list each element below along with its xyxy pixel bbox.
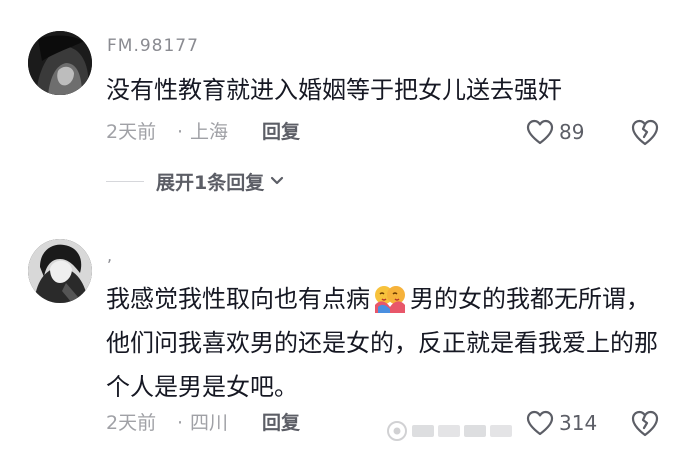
broken-heart-icon bbox=[631, 410, 659, 437]
expand-replies-button[interactable]: 展开1条回复 bbox=[156, 168, 284, 195]
like-count: 89 bbox=[559, 120, 585, 144]
heart-outline-icon bbox=[526, 119, 554, 145]
expand-replies-label: 展开1条回复 bbox=[156, 171, 265, 194]
divider-line bbox=[106, 180, 144, 182]
dislike-button[interactable] bbox=[630, 408, 660, 438]
watermark-logo bbox=[387, 421, 512, 441]
username[interactable]: , bbox=[107, 246, 113, 265]
location: 四川 bbox=[190, 412, 229, 434]
hug-emoji-icon bbox=[375, 286, 405, 313]
reply-button[interactable]: 回复 bbox=[262, 407, 300, 439]
timestamp: 2天前 bbox=[106, 121, 157, 143]
heart-outline-icon bbox=[526, 410, 554, 436]
timestamp: 2天前 bbox=[106, 412, 157, 434]
comment-text: 没有性教育就进入婚姻等于把女儿送去强奸 bbox=[106, 76, 562, 104]
comment-meta: 2天前 · 上海 回复 89 bbox=[106, 116, 666, 148]
comment-meta: 2天前 · 四川 回复 314 bbox=[106, 407, 666, 441]
like-count: 314 bbox=[559, 411, 598, 435]
separator-dot: · bbox=[177, 121, 184, 143]
comment-item: , 我感觉我性取向也有点病 男的女的我都无所谓，他们问我喜欢男的还是女的，反正就… bbox=[0, 215, 690, 454]
like-button[interactable]: 314 bbox=[526, 407, 597, 439]
comment-item: FM.98177 没有性教育就进入婚姻等于把女儿送去强奸 2天前 · 上海 回复… bbox=[0, 0, 690, 215]
location: 上海 bbox=[190, 121, 229, 143]
avatar[interactable] bbox=[28, 31, 92, 95]
chevron-down-icon bbox=[271, 176, 284, 185]
username[interactable]: FM.98177 bbox=[107, 36, 199, 56]
like-button[interactable]: 89 bbox=[526, 116, 584, 148]
avatar[interactable] bbox=[28, 239, 92, 303]
separator-dot: · bbox=[177, 412, 184, 434]
reply-button[interactable]: 回复 bbox=[262, 116, 300, 148]
dislike-button[interactable] bbox=[630, 117, 660, 147]
comment-text-part: 我感觉我性取向也有点病 bbox=[106, 285, 370, 313]
comment-text: 我感觉我性取向也有点病 男的女的我都无所谓，他们问我喜欢男的还是女的，反正就是看… bbox=[106, 277, 662, 409]
expand-replies-row: 展开1条回复 bbox=[106, 166, 284, 196]
broken-heart-icon bbox=[631, 119, 659, 146]
